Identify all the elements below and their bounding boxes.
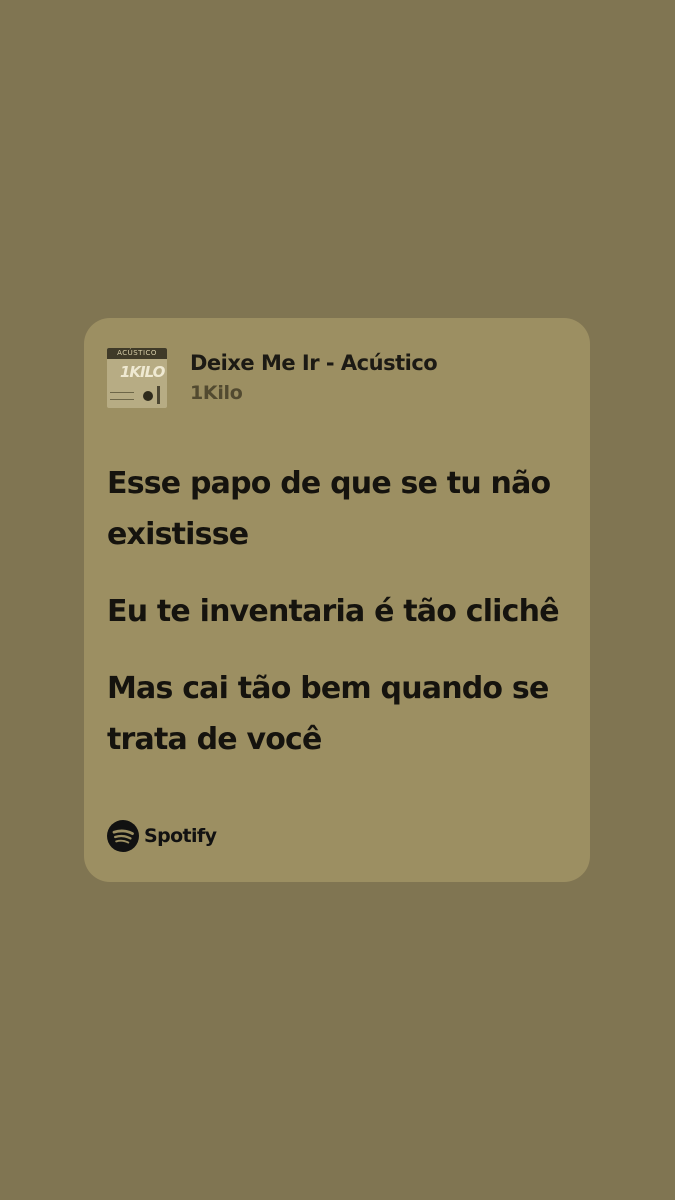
album-cover-disc-icon <box>143 391 153 401</box>
album-cover-tag: ACÚSTICO <box>117 349 157 357</box>
track-text: Deixe Me Ir - Acústico 1Kilo <box>190 348 438 408</box>
album-cover-logo: 1KILO <box>120 363 165 381</box>
lyrics: Esse papo de que se tu não existisse Eu … <box>107 458 577 791</box>
spotify-icon <box>107 820 139 852</box>
artist-name: 1Kilo <box>190 382 243 404</box>
lyric-line: Esse papo de que se tu não existisse <box>107 466 551 552</box>
spotify-branding: Spotify <box>107 820 217 852</box>
album-cover-lines <box>110 392 134 400</box>
album-cover-handle <box>157 386 160 404</box>
track-info: ACÚSTICO 1KILO Deixe Me Ir - Acústico 1K… <box>107 348 438 408</box>
lyric-line: Mas cai tão bem quando se trata de você <box>107 671 549 757</box>
spotify-wordmark: Spotify <box>144 825 217 847</box>
lyric-line: Eu te inventaria é tão clichê <box>107 594 560 629</box>
lyrics-share-card: ACÚSTICO 1KILO Deixe Me Ir - Acústico 1K… <box>84 318 590 882</box>
song-title: Deixe Me Ir - Acústico <box>190 351 438 375</box>
album-cover: ACÚSTICO 1KILO <box>107 348 167 408</box>
